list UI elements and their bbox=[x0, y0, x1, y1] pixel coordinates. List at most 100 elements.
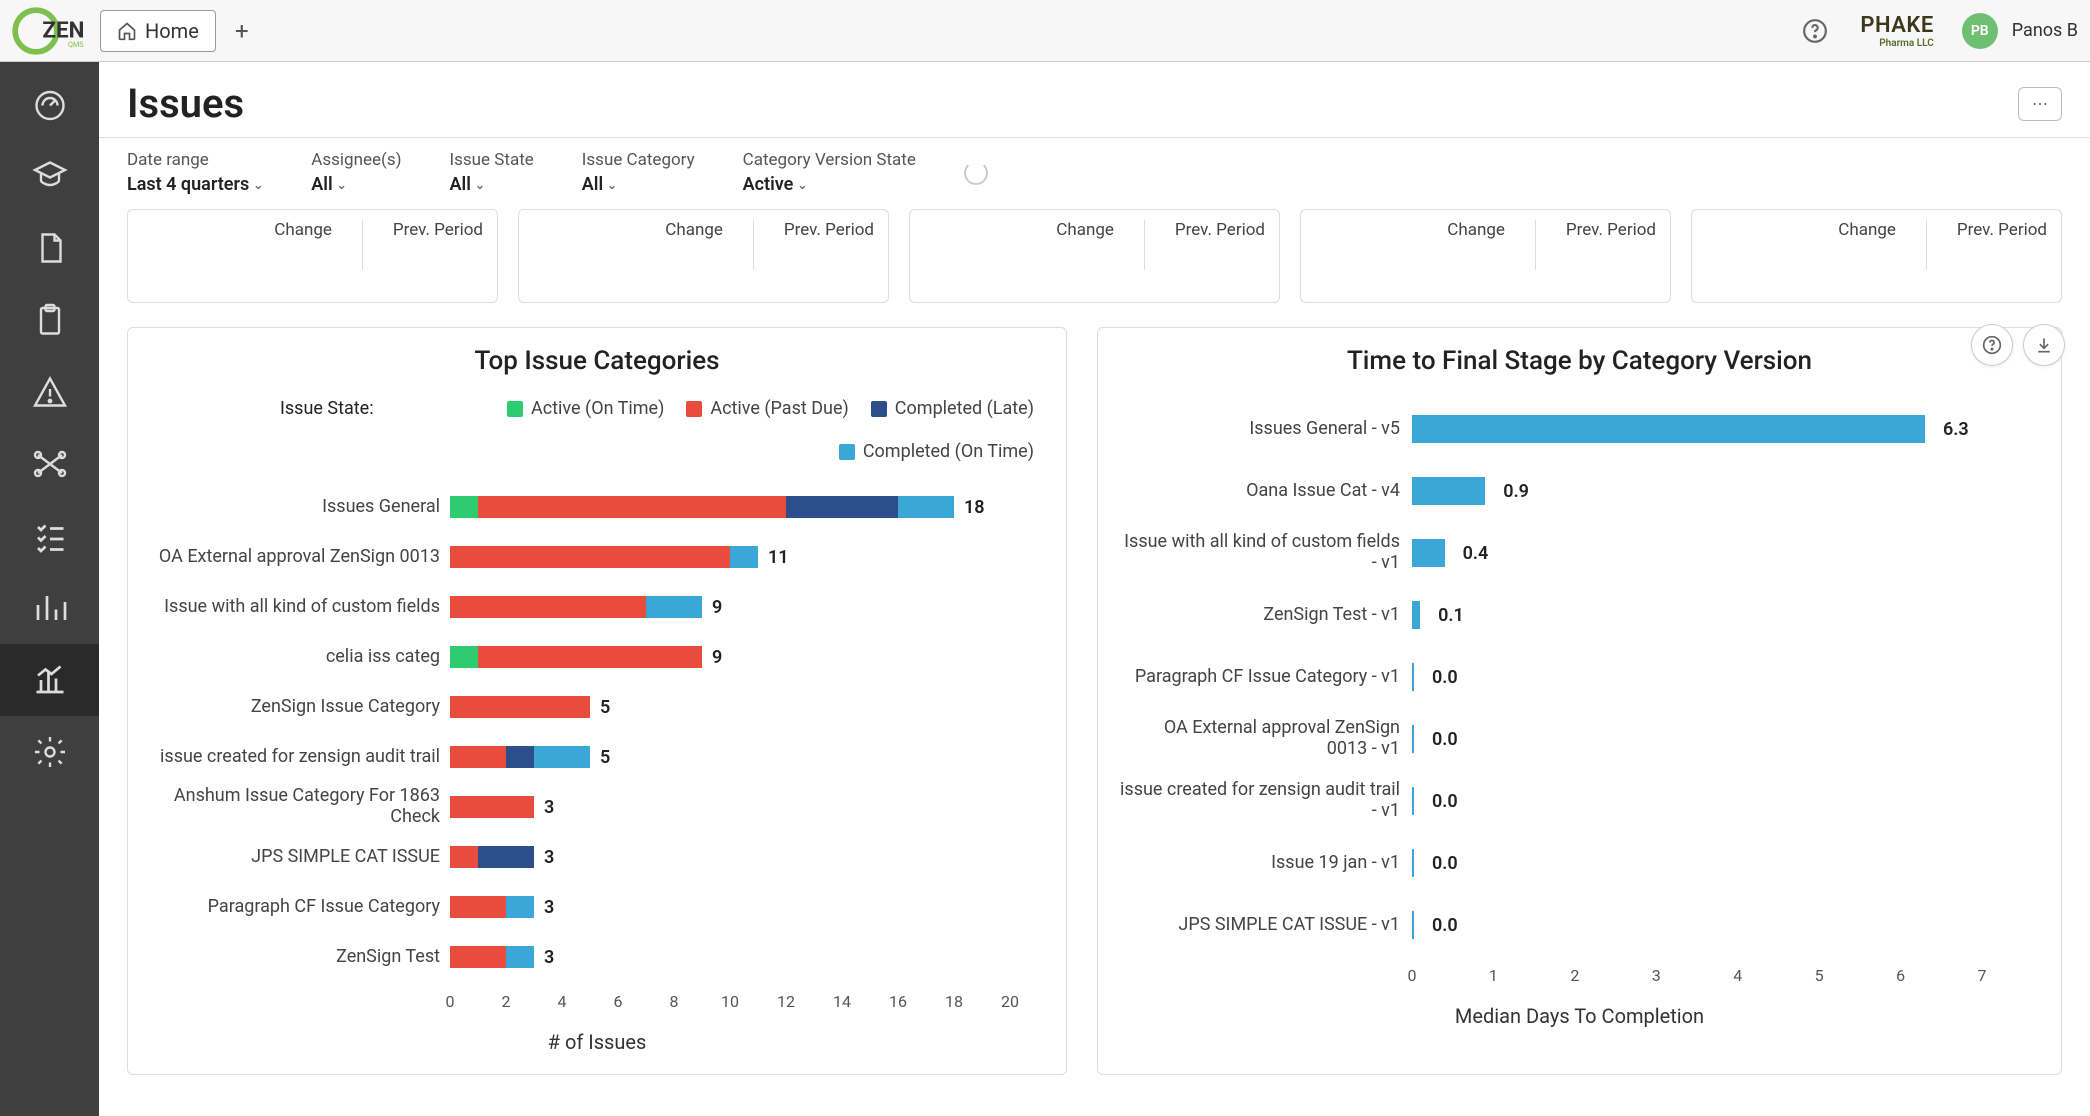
x-tick: 16 bbox=[889, 992, 907, 1011]
bar-segment bbox=[534, 746, 590, 768]
x-tick: 14 bbox=[833, 992, 851, 1011]
bar bbox=[1412, 539, 1445, 567]
sidebar-item-workflows[interactable] bbox=[0, 428, 99, 500]
bar-row[interactable]: Issue with all kind of custom fields 9 bbox=[150, 582, 1044, 632]
x-axis-label: Median Days To Completion bbox=[1120, 1004, 2039, 1028]
bar-row[interactable]: ZenSign Test 3 bbox=[150, 932, 1044, 982]
filter-issue-category[interactable]: Issue Category All ⌄ bbox=[582, 150, 695, 195]
bar-row[interactable]: Issue 19 jan - v1 0.0 bbox=[1120, 832, 2039, 894]
bar-value: 0.0 bbox=[1432, 667, 1458, 688]
chevron-down-icon: ⌄ bbox=[253, 178, 263, 192]
tab-home[interactable]: Home bbox=[100, 10, 216, 52]
sidebar-item-tasks[interactable] bbox=[0, 500, 99, 572]
kpi-card: Change Prev. Period bbox=[1691, 209, 2062, 303]
legend-item[interactable]: Completed (On Time) bbox=[839, 441, 1034, 462]
sidebar-item-reports[interactable] bbox=[0, 572, 99, 644]
sidebar-item-analytics[interactable] bbox=[0, 644, 99, 716]
bar-segment bbox=[450, 896, 506, 918]
bar-segment bbox=[730, 546, 758, 568]
bar-segment bbox=[646, 596, 702, 618]
x-tick: 4 bbox=[1733, 966, 1742, 985]
sidebar-item-documents[interactable] bbox=[0, 212, 99, 284]
filter-category-version-state[interactable]: Category Version State Active ⌄ bbox=[743, 150, 916, 195]
bar bbox=[1412, 601, 1420, 629]
bar-row[interactable]: Issues General - v5 6.3 bbox=[1120, 398, 2039, 460]
bar-row[interactable]: Paragraph CF Issue Category 3 bbox=[150, 882, 1044, 932]
kpi-prev-label: Prev. Period bbox=[1566, 220, 1656, 270]
chart-download-button[interactable] bbox=[2023, 324, 2065, 366]
bar-label: Paragraph CF Issue Category - v1 bbox=[1120, 667, 1400, 688]
bar-label: Issues General bbox=[150, 497, 440, 518]
bar-label: issue created for zensign audit trail - … bbox=[1120, 780, 1400, 821]
bar-row[interactable]: Issues General 18 bbox=[150, 482, 1044, 532]
bar-row[interactable]: Issue with all kind of custom fields - v… bbox=[1120, 522, 2039, 584]
x-tick: 3 bbox=[1652, 966, 1661, 985]
topbar: ZEN QMS Home + PHAKE Pharma LLC PB Panos… bbox=[0, 0, 2090, 62]
x-tick: 7 bbox=[1978, 966, 1987, 985]
sidebar-item-dashboard[interactable] bbox=[0, 68, 99, 140]
bar-row[interactable]: issue created for zensign audit trail 5 bbox=[150, 732, 1044, 782]
bar-row[interactable]: issue created for zensign audit trail - … bbox=[1120, 770, 2039, 832]
bar-row[interactable]: ZenSign Test - v1 0.1 bbox=[1120, 584, 2039, 646]
bar-segment bbox=[450, 946, 506, 968]
bar-row[interactable]: JPS SIMPLE CAT ISSUE - v1 0.0 bbox=[1120, 894, 2039, 956]
more-button[interactable]: ⋯ bbox=[2018, 87, 2062, 121]
bar-label: Issue 19 jan - v1 bbox=[1120, 853, 1400, 874]
svg-text:QMS: QMS bbox=[68, 40, 84, 49]
kpi-card: Change Prev. Period bbox=[127, 209, 498, 303]
x-tick: 20 bbox=[1001, 992, 1019, 1011]
bar-row[interactable]: celia iss categ 9 bbox=[150, 632, 1044, 682]
user-name[interactable]: Panos B bbox=[2012, 20, 2078, 41]
bar-segment bbox=[478, 646, 702, 668]
legend-lead: Issue State: bbox=[280, 398, 374, 419]
bar-label: OA External approval ZenSign 0013 - v1 bbox=[1120, 718, 1400, 759]
bar-label: Anshum Issue Category For 1863 Check bbox=[150, 786, 440, 827]
sidebar-item-training[interactable] bbox=[0, 140, 99, 212]
bar bbox=[1412, 725, 1414, 753]
legend-item[interactable]: Completed (Late) bbox=[871, 398, 1034, 419]
legend-item[interactable]: Active (Past Due) bbox=[686, 398, 848, 419]
bar-label: issue created for zensign audit trail bbox=[150, 747, 440, 768]
bar-row[interactable]: OA External approval ZenSign 0013 - v1 0… bbox=[1120, 708, 2039, 770]
chart-title: Top Issue Categories bbox=[150, 346, 1044, 376]
new-tab-button[interactable]: + bbox=[224, 13, 260, 49]
tab-home-label: Home bbox=[145, 19, 199, 43]
filter-issue-state[interactable]: Issue State All ⌄ bbox=[450, 150, 534, 195]
help-icon[interactable] bbox=[1798, 14, 1832, 48]
kpi-prev-label: Prev. Period bbox=[784, 220, 874, 270]
filter-assignee-s-[interactable]: Assignee(s) All ⌄ bbox=[311, 150, 401, 195]
bar-segment bbox=[506, 896, 534, 918]
sidebar-item-settings[interactable] bbox=[0, 716, 99, 788]
bar-row[interactable]: ZenSign Issue Category 5 bbox=[150, 682, 1044, 732]
chevron-down-icon: ⌄ bbox=[337, 178, 347, 192]
x-tick: 5 bbox=[1815, 966, 1824, 985]
bar-row[interactable]: Paragraph CF Issue Category - v1 0.0 bbox=[1120, 646, 2039, 708]
bar-segment bbox=[450, 596, 646, 618]
avatar[interactable]: PB bbox=[1962, 13, 1998, 49]
kpi-card: Change Prev. Period bbox=[909, 209, 1280, 303]
bar-total: 9 bbox=[712, 597, 722, 618]
bar-row[interactable]: JPS SIMPLE CAT ISSUE 3 bbox=[150, 832, 1044, 882]
x-tick: 6 bbox=[1896, 966, 1905, 985]
bar-segment bbox=[898, 496, 954, 518]
bar-row[interactable]: Oana Issue Cat - v4 0.9 bbox=[1120, 460, 2039, 522]
bar-row[interactable]: OA External approval ZenSign 0013 11 bbox=[150, 532, 1044, 582]
x-axis-label: # of Issues bbox=[150, 1030, 1044, 1054]
filter-date-range[interactable]: Date range Last 4 quarters ⌄ bbox=[127, 150, 263, 195]
bar-label: ZenSign Issue Category bbox=[150, 697, 440, 718]
bar-value: 0.0 bbox=[1432, 853, 1458, 874]
sidebar-item-clipboard[interactable] bbox=[0, 284, 99, 356]
legend-item[interactable]: Active (On Time) bbox=[507, 398, 664, 419]
kpi-prev-label: Prev. Period bbox=[1175, 220, 1265, 270]
bar-row[interactable]: Anshum Issue Category For 1863 Check 3 bbox=[150, 782, 1044, 832]
chart-help-button[interactable] bbox=[1971, 324, 2013, 366]
x-tick: 12 bbox=[777, 992, 795, 1011]
bar-segment bbox=[786, 496, 898, 518]
x-tick: 0 bbox=[446, 992, 455, 1011]
sidebar-item-issues[interactable] bbox=[0, 356, 99, 428]
bar-total: 3 bbox=[544, 947, 554, 968]
bar-label: Paragraph CF Issue Category bbox=[150, 897, 440, 918]
bar-total: 11 bbox=[768, 547, 789, 568]
bar-total: 5 bbox=[600, 697, 610, 718]
bar-total: 9 bbox=[712, 647, 722, 668]
